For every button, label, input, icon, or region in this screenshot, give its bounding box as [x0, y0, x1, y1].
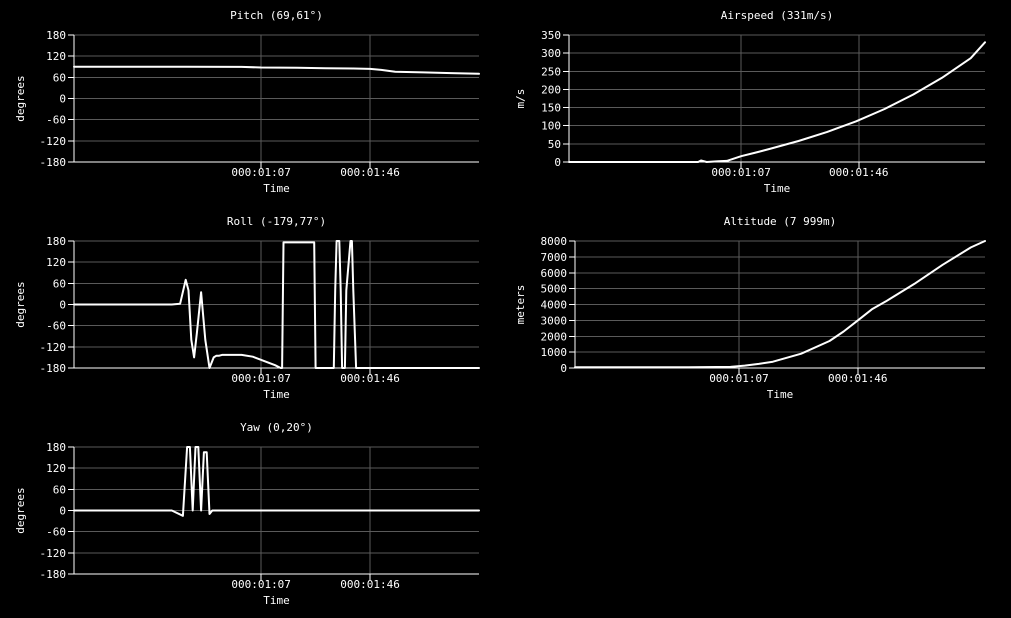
chart-yaw: Yaw (0,20°) -180 -120 -60 0 60 120 180 000:01:07… [0, 412, 500, 618]
yaw-ytick-label-5: 120 [46, 462, 66, 475]
airspeed-ytick-label-4: 200 [541, 83, 561, 96]
yaw-ylabel: degrees [14, 487, 27, 533]
chart-pitch: Pitch (69,61°) -180 -120 -60 0 60 120 180 000:01… [0, 0, 500, 205]
yaw-title: Yaw (0,20°) [240, 421, 313, 434]
roll-ylabel: degrees [14, 281, 27, 327]
roll-ytick-label-4: 60 [53, 277, 66, 290]
roll-xtick-label-0: 000:01:07 [231, 372, 291, 385]
pitch-xlabel: Time [263, 182, 290, 195]
airspeed-xlabel: Time [764, 182, 791, 195]
airspeed-xtick-label-0: 000:01:07 [711, 166, 771, 179]
altitude-ytick-label-2: 2000 [541, 330, 568, 343]
pitch-svg: Pitch (69,61°) -180 -120 -60 0 60 120 180 000:01… [14, 9, 480, 195]
yaw-series-line-0 [73, 446, 480, 517]
airspeed-ytick-label-3: 150 [541, 102, 561, 115]
pitch-title: Pitch (69,61°) [230, 9, 323, 22]
chart-roll: Roll (-179,77°) -180 -120 -60 0 60 120 180 000:0… [0, 206, 500, 411]
airspeed-ylabel: m/s [514, 89, 527, 109]
airspeed-svg: Airspeed (331m/s) 0 50 100 150 200 250 300 350 00… [514, 9, 986, 195]
airspeed-xtick-label-1: 000:01:46 [829, 166, 889, 179]
roll-xlabel: Time [263, 388, 290, 401]
altitude-xtick-label-1: 000:01:46 [828, 372, 888, 385]
airspeed-ytick-label-2: 100 [541, 120, 561, 133]
altitude-ytick-label-1: 1000 [541, 346, 568, 359]
roll-ytick-label-1: -120 [40, 341, 67, 354]
airspeed-ytick-label-5: 250 [541, 65, 561, 78]
altitude-ytick-label-7: 7000 [541, 251, 568, 264]
airspeed-ytick-label-0: 0 [554, 156, 561, 169]
roll-ytick-label-0: -180 [40, 362, 67, 375]
yaw-ytick-label-2: -60 [46, 526, 66, 539]
yaw-ytick-label-3: 0 [59, 505, 66, 518]
altitude-svg: Altitude (7 999m) 0 1000 2000 3000 4000 5000 60… [514, 215, 986, 401]
yaw-ytick-label-1: -120 [40, 547, 67, 560]
pitch-ytick-label-6: 180 [46, 29, 66, 42]
pitch-xtick-label-1: 000:01:46 [340, 166, 400, 179]
pitch-ylabel: degrees [14, 75, 27, 121]
roll-xtick-label-1: 000:01:46 [340, 372, 400, 385]
airspeed-ytick-label-6: 300 [541, 47, 561, 60]
roll-ytick-label-2: -60 [46, 320, 66, 333]
pitch-ytick-label-2: -60 [46, 114, 66, 127]
airspeed-ytick-label-1: 50 [548, 138, 561, 151]
yaw-xtick-label-0: 000:01:07 [231, 578, 291, 591]
roll-ytick-label-5: 120 [46, 256, 66, 269]
pitch-series-line-0 [73, 65, 480, 75]
altitude-ytick-label-0: 0 [560, 362, 567, 375]
altitude-xtick-label-0: 000:01:07 [709, 372, 769, 385]
pitch-ytick-label-5: 120 [46, 50, 66, 63]
yaw-xlabel: Time [263, 594, 290, 607]
pitch-ytick-label-1: -120 [40, 135, 67, 148]
roll-ytick-label-6: 180 [46, 235, 66, 248]
roll-title: Roll (-179,77°) [227, 215, 326, 228]
chart-airspeed: Airspeed (331m/s) 0 50 100 150 200 250 300 350 00… [500, 0, 1011, 205]
chart-altitude: Altitude (7 999m) 0 1000 2000 3000 4000 5000 60… [500, 206, 1011, 411]
altitude-xlabel: Time [767, 388, 794, 401]
airspeed-title: Airspeed (331m/s) [721, 9, 834, 22]
yaw-ytick-label-4: 60 [53, 483, 66, 496]
pitch-ytick-label-3: 0 [59, 93, 66, 106]
altitude-title: Altitude (7 999m) [724, 215, 837, 228]
airspeed-ytick-label-7: 350 [541, 29, 561, 42]
yaw-ytick-label-0: -180 [40, 568, 67, 581]
roll-ytick-label-3: 0 [59, 299, 66, 312]
altitude-ytick-label-8: 8000 [541, 235, 568, 248]
yaw-xtick-label-1: 000:01:46 [340, 578, 400, 591]
pitch-ytick-label-0: -180 [40, 156, 67, 169]
altitude-ylabel: meters [514, 285, 527, 325]
roll-svg: Roll (-179,77°) -180 -120 -60 0 60 120 180 000:0… [14, 215, 480, 401]
yaw-ytick-label-6: 180 [46, 441, 66, 454]
altitude-ytick-label-6: 6000 [541, 267, 568, 280]
pitch-xtick-label-0: 000:01:07 [231, 166, 291, 179]
altitude-ytick-label-5: 5000 [541, 283, 568, 296]
altitude-ytick-label-3: 3000 [541, 314, 568, 327]
yaw-svg: Yaw (0,20°) -180 -120 -60 0 60 120 180 000:01:07… [14, 421, 480, 607]
altitude-ytick-label-4: 4000 [541, 299, 568, 312]
pitch-ytick-label-4: 60 [53, 71, 66, 84]
